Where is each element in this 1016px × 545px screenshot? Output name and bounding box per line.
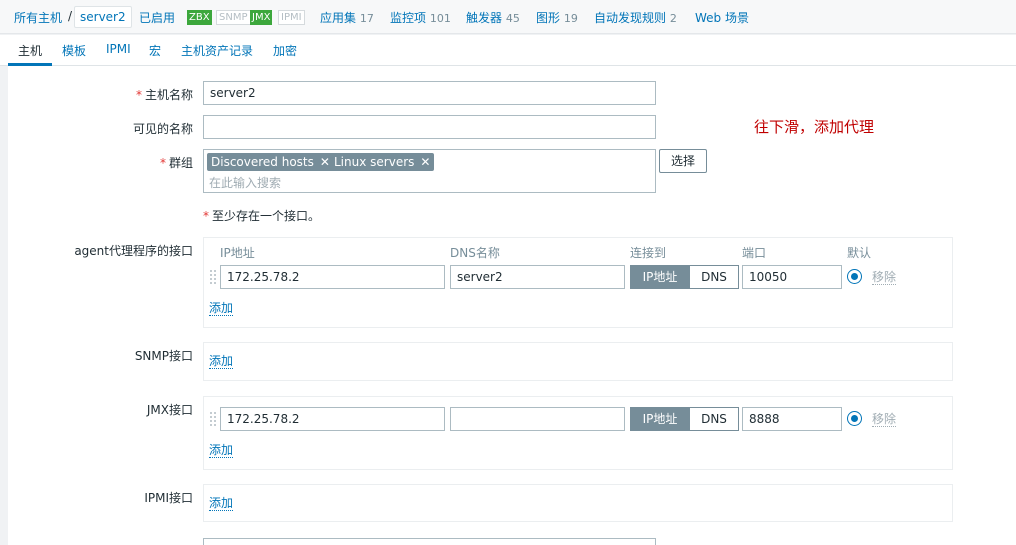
col-connect-header: 连接到	[630, 246, 667, 260]
jmx-interface-label: JMX接口	[146, 403, 193, 417]
required-marker: *	[159, 156, 166, 170]
col-ip-header: IP地址	[220, 246, 255, 260]
triggers-label: 触发器	[466, 11, 503, 25]
tab-host[interactable]: 主机	[18, 42, 42, 59]
col-default-header: 默认	[847, 246, 872, 260]
triggers-link[interactable]: 触发器 45	[466, 9, 520, 26]
snmp-interface-box: 添加	[203, 342, 953, 381]
required-marker: *	[135, 88, 142, 102]
host-form-tabs: 主机 模板 IPMI 宏 主机资产记录 加密	[0, 35, 1016, 66]
agent-connect-dns-button[interactable]: DNS	[689, 265, 739, 289]
jmx-port-input[interactable]: 8888	[742, 407, 842, 431]
host-name-label-text: 主机名称	[144, 88, 193, 102]
ipmi-interface-label: IPMI接口	[144, 491, 193, 505]
graphs-count: 19	[563, 12, 578, 25]
agent-remove-link[interactable]: 移除	[872, 271, 897, 285]
tab-inventory[interactable]: 主机资产记录	[181, 42, 253, 59]
discovery-rules-link[interactable]: 自动发现规则 2	[594, 9, 677, 26]
zbx-availability-badge: ZBX	[187, 10, 212, 25]
agent-port-input[interactable]: 10050	[742, 265, 842, 289]
groups-label-text: 群组	[168, 156, 193, 170]
discovery-rules-count: 2	[669, 12, 677, 25]
remove-chip-icon[interactable]: ✕	[420, 155, 430, 169]
items-link[interactable]: 监控项 101	[390, 9, 451, 26]
web-scenarios-link[interactable]: Web 场景	[695, 9, 749, 26]
host-name-label: * 主机名称	[136, 86, 193, 103]
next-field-input[interactable]	[203, 538, 656, 545]
ipmi-availability-badge: IPMI	[278, 10, 305, 25]
remove-chip-icon[interactable]: ✕	[320, 155, 330, 169]
jmx-connect-dns-button[interactable]: DNS	[689, 407, 739, 431]
col-port-header: 端口	[742, 246, 767, 260]
tab-macros[interactable]: 宏	[149, 42, 161, 59]
current-host-crumb[interactable]: server2	[74, 6, 132, 28]
ipmi-interface-box: 添加	[203, 484, 953, 522]
jmx-add-link[interactable]: 添加	[209, 444, 234, 458]
all-hosts-link[interactable]: 所有主机	[14, 9, 62, 26]
discovery-rules-label: 自动发现规则	[594, 11, 667, 25]
group-chip: Discovered hosts ✕	[207, 153, 334, 171]
applications-label: 应用集	[320, 11, 357, 25]
agent-default-radio[interactable]	[847, 269, 862, 284]
applications-count: 17	[359, 12, 374, 25]
interface-required-note: * 至少存在一个接口。	[203, 207, 320, 224]
graphs-link[interactable]: 图形 19	[536, 9, 578, 26]
jmx-interface-box: 172.25.78.2 IP地址 DNS 8888 移除 添加	[203, 396, 953, 470]
drag-handle-icon[interactable]	[210, 268, 216, 286]
select-groups-button[interactable]: 选择	[659, 149, 707, 173]
group-chip-label: Discovered hosts	[211, 155, 314, 169]
host-nav-bar: 所有主机 / server2 已启用 ZBX SNMP JMX IPMI 应用集…	[0, 0, 1016, 34]
snmp-add-link[interactable]: 添加	[209, 355, 234, 369]
agent-interface-box: IP地址 DNS名称 连接到 端口 默认 172.25.78.2 server2…	[203, 237, 953, 328]
breadcrumb-separator: /	[68, 9, 73, 23]
tab-encryption[interactable]: 加密	[273, 42, 297, 59]
snmp-availability-badge: SNMP	[216, 10, 251, 25]
triggers-count: 45	[505, 12, 520, 25]
items-count: 101	[429, 12, 451, 25]
interface-note-text: 至少存在一个接口。	[212, 209, 321, 223]
jmx-remove-link[interactable]: 移除	[872, 413, 897, 427]
agent-add-link[interactable]: 添加	[209, 302, 234, 316]
host-name-input[interactable]: server2	[203, 81, 656, 105]
visible-name-label: 可见的名称	[132, 122, 193, 136]
graphs-label: 图形	[536, 11, 561, 25]
agent-ip-input[interactable]: 172.25.78.2	[220, 265, 445, 289]
group-chip: Linux servers ✕	[330, 153, 435, 171]
host-status-enabled[interactable]: 已启用	[139, 9, 175, 26]
jmx-availability-badge: JMX	[250, 10, 273, 25]
snmp-interface-label: SNMP接口	[134, 349, 193, 363]
jmx-dns-input[interactable]	[450, 407, 625, 431]
required-marker: *	[203, 209, 209, 223]
groups-multiselect[interactable]: Discovered hosts ✕ Linux servers ✕ 在此输入搜索	[203, 149, 656, 193]
items-label: 监控项	[390, 11, 427, 25]
agent-dns-input[interactable]: server2	[450, 265, 625, 289]
groups-label: * 群组	[160, 154, 193, 171]
visible-name-input[interactable]	[203, 115, 656, 139]
tab-templates[interactable]: 模板	[62, 42, 86, 59]
jmx-connect-ip-button[interactable]: IP地址	[630, 407, 690, 431]
groups-search-placeholder[interactable]: 在此输入搜索	[209, 174, 281, 191]
jmx-default-radio[interactable]	[847, 411, 862, 426]
ipmi-add-link[interactable]: 添加	[209, 497, 234, 511]
tab-ipmi[interactable]: IPMI	[106, 42, 131, 56]
applications-link[interactable]: 应用集 17	[320, 9, 374, 26]
drag-handle-icon[interactable]	[210, 410, 216, 428]
annotation-text: 往下滑，添加代理	[754, 118, 875, 136]
agent-interface-label: agent代理程序的接口	[74, 244, 193, 258]
agent-connect-ip-button[interactable]: IP地址	[630, 265, 690, 289]
col-dns-header: DNS名称	[450, 246, 500, 260]
jmx-ip-input[interactable]: 172.25.78.2	[220, 407, 445, 431]
group-chip-label: Linux servers	[334, 155, 415, 169]
